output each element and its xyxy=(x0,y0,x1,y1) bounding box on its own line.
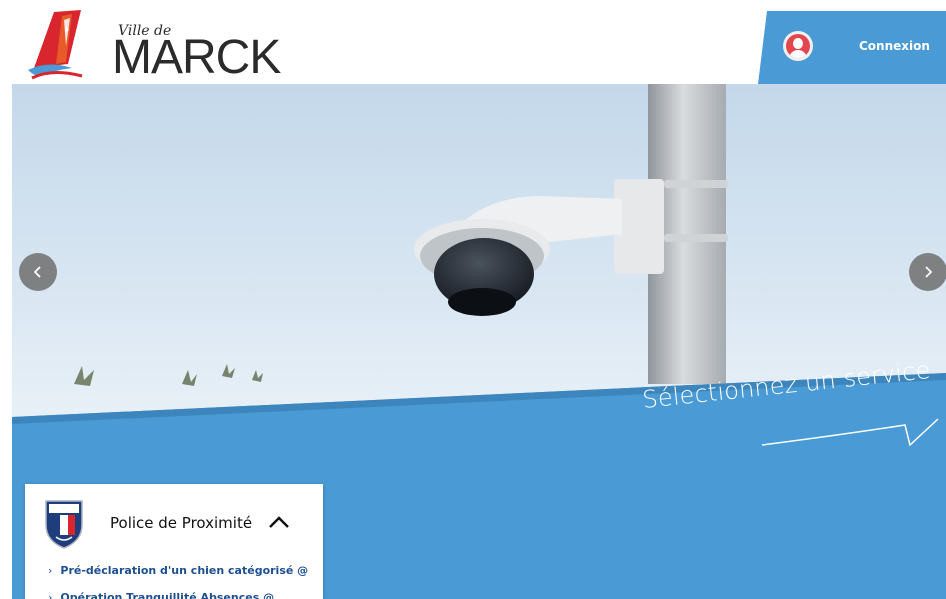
link-label: Opération Tranquillité Absences @ xyxy=(60,591,275,599)
logo-sail-icon xyxy=(28,10,83,80)
service-card: Police de Proximité › Pré-déclaration d'u… xyxy=(25,484,323,599)
police-badge-icon xyxy=(45,500,83,549)
chevron-left-icon xyxy=(33,266,41,278)
logo-title: MARCK xyxy=(112,31,281,84)
chevron-right-small-icon: › xyxy=(48,591,53,599)
speech-tail-decoration xyxy=(761,418,939,447)
chevron-up-icon[interactable] xyxy=(268,515,290,529)
chevron-right-icon xyxy=(925,266,933,278)
card-title: Police de Proximité xyxy=(110,514,253,532)
carousel-prev-button[interactable] xyxy=(19,253,57,291)
link-label: Pré-déclaration d'un chien catégorisé @ xyxy=(60,564,309,577)
link-tranquility-absences[interactable]: › Opération Tranquillité Absences @ xyxy=(48,591,274,599)
link-dog-declaration[interactable]: › Pré-déclaration d'un chien catégorisé @ xyxy=(48,564,308,577)
login-button[interactable]: Connexion xyxy=(758,11,946,84)
site-header: Ville de MARCK Connexion xyxy=(0,0,946,84)
login-label: Connexion xyxy=(859,39,930,53)
user-avatar-icon xyxy=(783,31,813,61)
chevron-right-small-icon: › xyxy=(48,564,53,577)
site-logo[interactable]: Ville de MARCK xyxy=(26,6,281,82)
carousel-next-button[interactable] xyxy=(909,253,946,291)
